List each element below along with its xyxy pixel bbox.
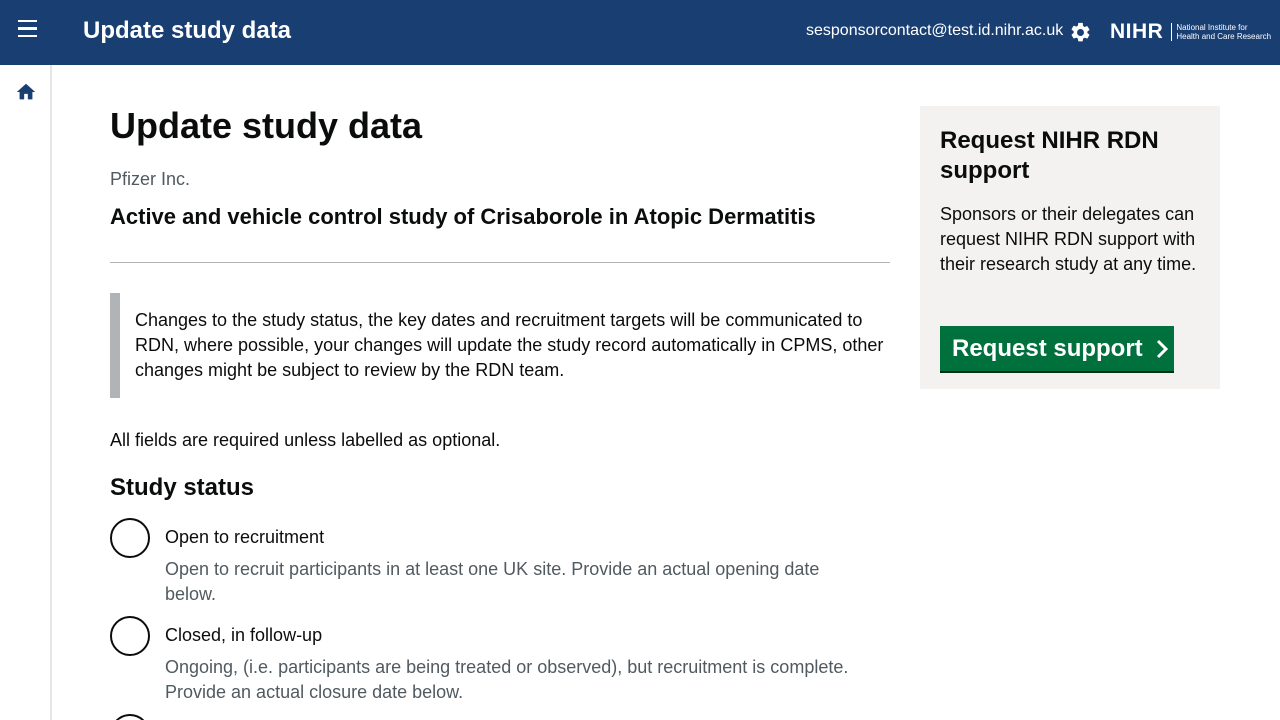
side-nav [0, 65, 52, 720]
radio-button[interactable] [110, 714, 150, 720]
gear-icon[interactable] [1069, 21, 1092, 44]
panel-body: Sponsors or their delegates can request … [940, 204, 1197, 274]
button-label: Request support [952, 334, 1143, 362]
app-title: Update study data [83, 17, 292, 44]
logo-tagline-line2: Health and Care Research [1176, 32, 1272, 41]
page-title: Update study data [110, 105, 423, 146]
radio-label[interactable]: Open to recruitment [165, 527, 324, 548]
request-support-panel: Request NIHR RDN support Sponsors or the… [920, 106, 1220, 389]
radio-hint: Ongoing, (i.e. participants are being tr… [165, 657, 849, 702]
top-header: Update study data sesponsorcontact@test.… [0, 0, 1280, 65]
study-status-heading: Study status [110, 474, 255, 501]
logo-tagline-line1: National Institute for [1176, 23, 1248, 32]
radio-hint: Open to recruit participants in at least… [165, 559, 820, 604]
inset-text: Changes to the study status, the key dat… [110, 293, 890, 398]
study-title: Active and vehicle control study of Cris… [110, 204, 816, 229]
organisation-name: Pfizer Inc. [110, 169, 191, 189]
logo-tagline: National Institute for Health and Care R… [1171, 23, 1271, 41]
radio-button[interactable] [110, 616, 150, 656]
user-email: sesponsorcontact@test.id.nihr.ac.uk [806, 22, 1064, 39]
radio-button[interactable] [110, 518, 150, 558]
nihr-logo[interactable]: NIHR National Institute for Health and C… [1110, 18, 1271, 46]
required-fields-note: All fields are required unless labelled … [110, 430, 501, 450]
logo-mark: NIHR [1110, 20, 1164, 43]
radio-label[interactable]: Closed, in follow-up [165, 625, 322, 646]
home-icon[interactable] [15, 81, 37, 103]
chevron-right-icon [1156, 339, 1168, 358]
request-support-button[interactable]: Request support [940, 326, 1174, 371]
section-divider [110, 262, 890, 263]
menu-icon[interactable] [14, 20, 40, 46]
panel-title: Request NIHR RDN support [940, 127, 1159, 184]
